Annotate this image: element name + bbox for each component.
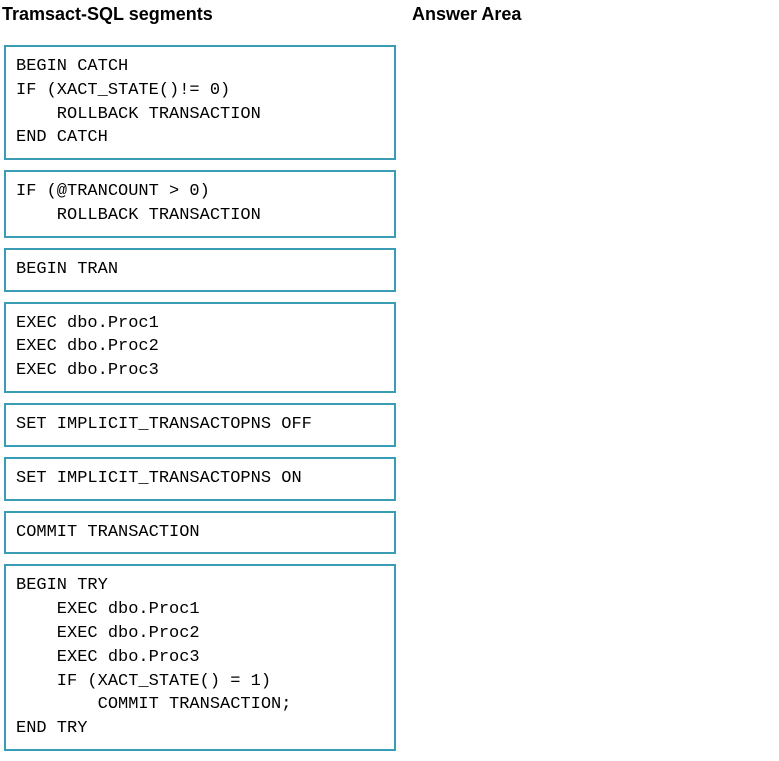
answer-area-column[interactable]: Answer Area	[400, 0, 779, 761]
answer-area-heading: Answer Area	[410, 0, 779, 45]
segments-heading: Tramsact-SQL segments	[0, 0, 400, 45]
sql-segment-5[interactable]: SET IMPLICIT_TRANSACTOPNS ON	[4, 457, 396, 501]
segments-column: Tramsact-SQL segments BEGIN CATCH IF (XA…	[0, 0, 400, 761]
sql-segment-0[interactable]: BEGIN CATCH IF (XACT_STATE()!= 0) ROLLBA…	[4, 45, 396, 160]
sql-segment-4[interactable]: SET IMPLICIT_TRANSACTOPNS OFF	[4, 403, 396, 447]
sql-segment-1[interactable]: IF (@TRANCOUNT > 0) ROLLBACK TRANSACTION	[4, 170, 396, 238]
drag-drop-container: Tramsact-SQL segments BEGIN CATCH IF (XA…	[0, 0, 779, 761]
sql-segment-2[interactable]: BEGIN TRAN	[4, 248, 396, 292]
sql-segment-7[interactable]: BEGIN TRY EXEC dbo.Proc1 EXEC dbo.Proc2 …	[4, 564, 396, 751]
sql-segment-6[interactable]: COMMIT TRANSACTION	[4, 511, 396, 555]
sql-segment-3[interactable]: EXEC dbo.Proc1 EXEC dbo.Proc2 EXEC dbo.P…	[4, 302, 396, 393]
